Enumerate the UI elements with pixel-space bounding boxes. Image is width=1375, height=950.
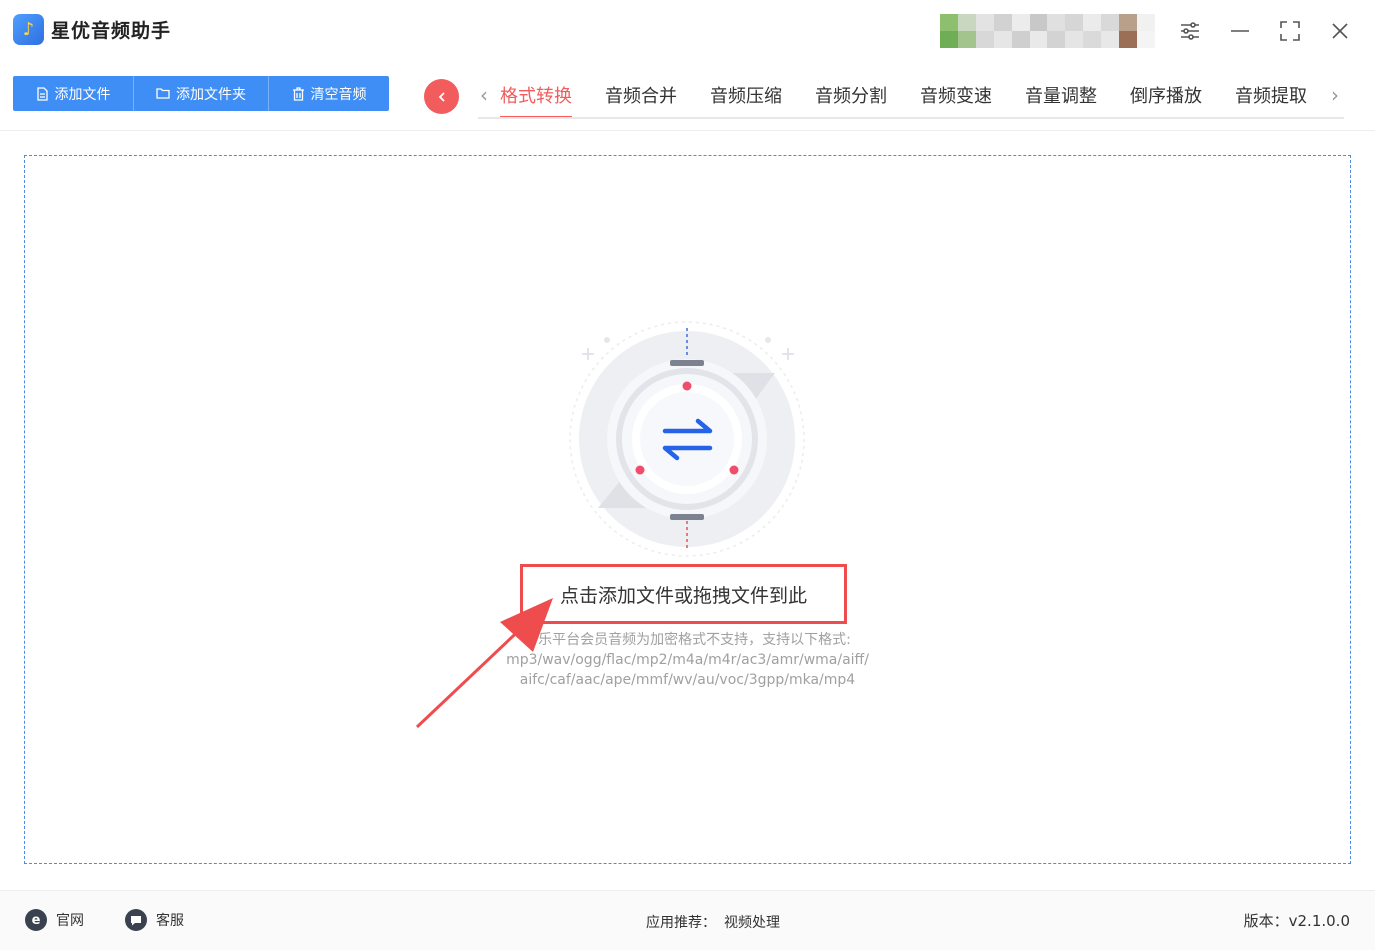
recommend-label: 应用推荐： (646, 915, 716, 931)
version-text: 版本：v2.1.0.0 (1243, 912, 1350, 930)
header-divider (0, 130, 1375, 131)
close-icon[interactable] (1327, 18, 1353, 44)
tab-audio-compress[interactable]: 音频压缩 (710, 78, 782, 118)
minimize-icon[interactable] (1227, 18, 1253, 44)
folder-icon (156, 88, 170, 99)
website-label: 官网 (56, 913, 84, 929)
tab-format-convert[interactable]: 格式转换 (500, 78, 572, 118)
browser-icon: e (25, 909, 47, 931)
video-processing-link[interactable]: 视频处理 (724, 915, 780, 931)
add-folder-label: 添加文件夹 (176, 86, 246, 103)
tab-reverse-play[interactable]: 倒序播放 (1130, 78, 1202, 118)
settings-icon[interactable] (1177, 18, 1203, 44)
support-label: 客服 (156, 913, 184, 929)
app-logo-icon: ♪ (13, 14, 44, 45)
supported-formats-list: mp3/wav/ogg/flac/mp2/m4a/m4r/ac3/amr/wma… (506, 652, 869, 668)
maximize-icon[interactable] (1277, 18, 1303, 44)
title-bar: ♪ 星优音频助手 (0, 0, 1375, 62)
website-link[interactable]: e 官网 (25, 909, 84, 931)
add-file-label: 添加文件 (54, 86, 111, 103)
support-link[interactable]: 客服 (125, 909, 184, 931)
tab-audio-split[interactable]: 音频分割 (815, 78, 887, 118)
supported-formats-note: 音乐平台会员音频为加密格式不支持，支持以下格式: (524, 632, 851, 648)
add-file-button[interactable]: 添加文件 (13, 76, 133, 111)
tab-audio-speed[interactable]: 音频变速 (920, 78, 992, 118)
tabs-scroll-right-icon[interactable]: › (1331, 85, 1339, 105)
trash-icon (292, 86, 304, 101)
footer: e 官网 客服 应用推荐： 视频处理 版本：v2.1.0.0 (0, 891, 1375, 950)
drop-zone-cta-label: 点击添加文件或拖拽文件到此 (559, 584, 807, 607)
feature-tabs: 格式转换 音频合并 音频压缩 音频分割 音频变速 音量调整 倒序播放 音频提取 (500, 78, 1340, 118)
tab-audio-extract[interactable]: 音频提取 (1235, 78, 1307, 118)
clear-audio-button[interactable]: 清空音频 (268, 76, 389, 111)
file-toolbar: 添加文件 添加文件夹 清空音频 (13, 76, 389, 111)
add-folder-button[interactable]: 添加文件夹 (133, 76, 268, 111)
convert-illustration-icon (560, 318, 815, 558)
chat-icon (125, 909, 147, 931)
tabs-scroll-left-icon[interactable]: ‹ (480, 85, 488, 105)
user-avatar[interactable] (940, 14, 1155, 48)
tab-audio-merge[interactable]: 音频合并 (605, 78, 677, 118)
supported-formats-list: aifc/caf/aac/ape/mmf/wv/au/voc/3gpp/mka/… (519, 672, 856, 688)
clear-audio-label: 清空音频 (310, 86, 367, 103)
tabs-underline (478, 117, 1344, 119)
chevron-left-icon (438, 91, 445, 102)
drop-zone-cta[interactable]: 点击添加文件或拖拽文件到此 (520, 564, 847, 624)
file-icon (36, 86, 48, 101)
app-title: 星优音频助手 (51, 20, 172, 42)
app-recommend: 应用推荐： 视频处理 (646, 912, 780, 932)
tab-volume-adjust[interactable]: 音量调整 (1025, 78, 1097, 118)
collapse-button[interactable] (424, 79, 459, 114)
